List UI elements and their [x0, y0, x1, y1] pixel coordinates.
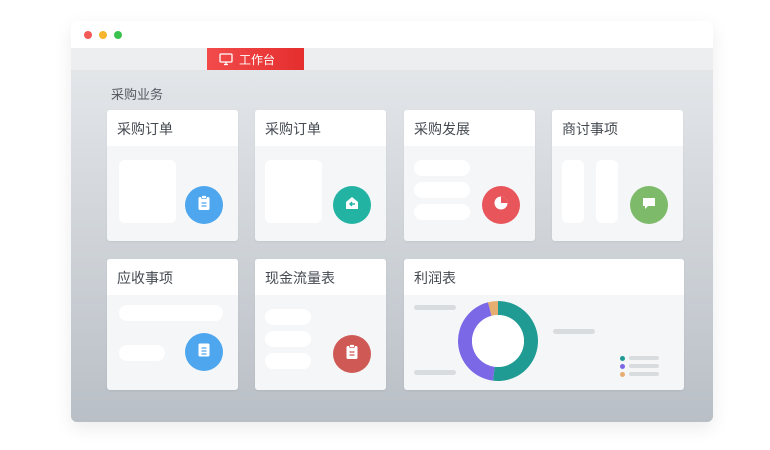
placeholder-line	[553, 329, 595, 334]
minimize-window-button[interactable]	[99, 31, 107, 39]
card-badge[interactable]	[333, 335, 371, 373]
placeholder-block	[562, 160, 584, 223]
placeholder-line	[414, 305, 456, 310]
card-header: 采购发展	[404, 110, 535, 146]
clipboard-icon	[343, 343, 361, 365]
placeholder-line	[265, 309, 311, 325]
card-purchase-order-2[interactable]: 采购订单	[255, 110, 386, 241]
card-header: 现金流量表	[255, 259, 386, 295]
card-header: 利润表	[404, 259, 684, 295]
donut-chart	[458, 301, 538, 381]
legend-dot	[620, 356, 625, 361]
placeholder-line	[119, 345, 165, 361]
placeholder-line	[119, 305, 223, 321]
donut-hole	[472, 315, 524, 367]
tab-bar: 工作台	[71, 48, 713, 70]
section-title: 采购业务	[111, 88, 164, 103]
document-icon	[195, 341, 213, 363]
legend-line	[629, 364, 659, 368]
legend-dot	[620, 364, 625, 369]
card-title: 采购订单	[265, 122, 321, 138]
card-purchase-development[interactable]: 采购发展	[404, 110, 535, 241]
placeholder-line	[265, 353, 311, 369]
legend-dot	[620, 372, 625, 377]
close-window-button[interactable]	[84, 31, 92, 39]
card-profit-statement[interactable]: 利润表	[404, 259, 684, 390]
card-badge[interactable]	[185, 186, 223, 224]
legend-line	[629, 372, 659, 376]
placeholder-block	[596, 160, 618, 223]
home-arrow-icon	[343, 194, 361, 216]
card-badge[interactable]	[185, 333, 223, 371]
card-badge[interactable]	[333, 186, 371, 224]
title-bar	[71, 21, 713, 48]
chat-icon	[640, 194, 658, 216]
card-title: 利润表	[414, 271, 456, 287]
card-header: 采购订单	[255, 110, 386, 146]
placeholder-block	[265, 160, 322, 223]
card-cash-flow[interactable]: 现金流量表	[255, 259, 386, 390]
placeholder-line	[414, 182, 470, 198]
card-header: 应收事项	[107, 259, 238, 295]
card-receivables[interactable]: 应收事项	[107, 259, 238, 390]
clipboard-icon	[195, 194, 213, 216]
placeholder-line	[265, 331, 311, 347]
card-purchase-order-1[interactable]: 采购订单	[107, 110, 238, 241]
card-title: 采购订单	[117, 122, 173, 138]
card-header: 商讨事项	[552, 110, 683, 146]
card-title: 商讨事项	[562, 122, 618, 138]
tab-label: 工作台	[239, 52, 276, 67]
tab-workbench[interactable]: 工作台	[207, 48, 304, 70]
card-header: 采购订单	[107, 110, 238, 146]
card-title: 应收事项	[117, 271, 173, 287]
card-badge[interactable]	[482, 186, 520, 224]
monitor-icon	[219, 52, 233, 66]
legend-line	[629, 356, 659, 360]
card-title: 采购发展	[414, 122, 470, 138]
main-content: 采购业务 采购订单 采购订单 采购发展 商讨事项 应收事项 现金流量表 利润表	[71, 70, 713, 422]
card-title: 现金流量表	[265, 271, 335, 287]
placeholder-line	[414, 160, 470, 176]
app-window: 工作台 采购业务 采购订单 采购订单 采购发展 商讨事项 应收事项 现金流量表 …	[71, 21, 713, 422]
placeholder-block	[119, 160, 176, 223]
placeholder-line	[414, 370, 456, 375]
card-discussion-items[interactable]: 商讨事项	[552, 110, 683, 241]
placeholder-line	[414, 204, 470, 220]
maximize-window-button[interactable]	[114, 31, 122, 39]
pie-chart-icon	[492, 194, 510, 216]
card-badge[interactable]	[630, 186, 668, 224]
